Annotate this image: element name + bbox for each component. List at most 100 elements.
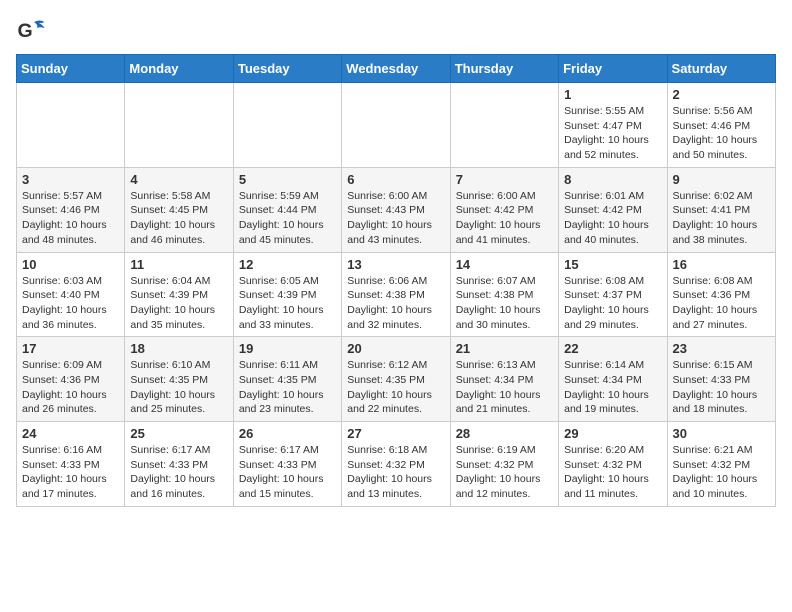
day-info: Sunrise: 6:15 AM Sunset: 4:33 PM Dayligh… (673, 358, 770, 417)
day-number: 25 (130, 426, 227, 441)
calendar-day-cell: 13 Sunrise: 6:06 AM Sunset: 4:38 PM Dayli… (342, 252, 450, 337)
day-info: Sunrise: 6:02 AM Sunset: 4:41 PM Dayligh… (673, 189, 770, 248)
day-number: 7 (456, 172, 553, 187)
day-number: 4 (130, 172, 227, 187)
weekday-header-thursday: Thursday (450, 55, 558, 83)
day-info: Sunrise: 5:58 AM Sunset: 4:45 PM Dayligh… (130, 189, 227, 248)
day-number: 19 (239, 341, 336, 356)
calendar-day-cell: 16 Sunrise: 6:08 AM Sunset: 4:36 PM Dayli… (667, 252, 775, 337)
calendar-day-cell: 25 Sunrise: 6:17 AM Sunset: 4:33 PM Dayli… (125, 422, 233, 507)
day-number: 8 (564, 172, 661, 187)
calendar-day-cell: 10Sunrise: 6:03 AM Sunset: 4:40 PM Dayli… (17, 252, 125, 337)
day-info: Sunrise: 6:17 AM Sunset: 4:33 PM Dayligh… (239, 443, 336, 502)
weekday-header-wednesday: Wednesday (342, 55, 450, 83)
day-info: Sunrise: 6:12 AM Sunset: 4:35 PM Dayligh… (347, 358, 444, 417)
calendar-day-cell: 24 Sunrise: 6:16 AM Sunset: 4:33 PM Dayli… (17, 422, 125, 507)
day-info: Sunrise: 6:00 AM Sunset: 4:43 PM Dayligh… (347, 189, 444, 248)
day-info: Sunrise: 6:13 AM Sunset: 4:34 PM Dayligh… (456, 358, 553, 417)
calendar-day-cell: 19 Sunrise: 6:11 AM Sunset: 4:35 PM Dayli… (233, 337, 341, 422)
logo: G (16, 16, 50, 46)
day-info: Sunrise: 5:57 AM Sunset: 4:46 PM Dayligh… (22, 189, 119, 248)
calendar-day-cell: 3Sunrise: 5:57 AM Sunset: 4:46 PM Daylig… (17, 167, 125, 252)
logo-icon: G (16, 16, 46, 46)
day-info: Sunrise: 6:00 AM Sunset: 4:42 PM Dayligh… (456, 189, 553, 248)
day-number: 9 (673, 172, 770, 187)
day-number: 28 (456, 426, 553, 441)
calendar-day-cell: 20 Sunrise: 6:12 AM Sunset: 4:35 PM Dayli… (342, 337, 450, 422)
day-number: 26 (239, 426, 336, 441)
calendar-day-cell: 29 Sunrise: 6:20 AM Sunset: 4:32 PM Dayli… (559, 422, 667, 507)
calendar-day-cell: 28 Sunrise: 6:19 AM Sunset: 4:32 PM Dayli… (450, 422, 558, 507)
day-info: Sunrise: 6:04 AM Sunset: 4:39 PM Dayligh… (130, 274, 227, 333)
day-info: Sunrise: 6:14 AM Sunset: 4:34 PM Dayligh… (564, 358, 661, 417)
day-number: 27 (347, 426, 444, 441)
day-info: Sunrise: 6:06 AM Sunset: 4:38 PM Dayligh… (347, 274, 444, 333)
calendar-day-cell: 5 Sunrise: 5:59 AM Sunset: 4:44 PM Daylig… (233, 167, 341, 252)
weekday-header-sunday: Sunday (17, 55, 125, 83)
day-number: 20 (347, 341, 444, 356)
page-header: G (16, 16, 776, 46)
day-number: 2 (673, 87, 770, 102)
day-info: Sunrise: 6:08 AM Sunset: 4:36 PM Dayligh… (673, 274, 770, 333)
calendar-day-cell (233, 83, 341, 168)
svg-text:G: G (18, 20, 33, 42)
day-number: 22 (564, 341, 661, 356)
calendar-week-row: 17 Sunrise: 6:09 AM Sunset: 4:36 PM Dayli… (17, 337, 776, 422)
day-info: Sunrise: 6:09 AM Sunset: 4:36 PM Dayligh… (22, 358, 119, 417)
calendar-day-cell: 7 Sunrise: 6:00 AM Sunset: 4:42 PM Daylig… (450, 167, 558, 252)
calendar-day-cell: 26 Sunrise: 6:17 AM Sunset: 4:33 PM Dayli… (233, 422, 341, 507)
day-number: 1 (564, 87, 661, 102)
day-info: Sunrise: 6:17 AM Sunset: 4:33 PM Dayligh… (130, 443, 227, 502)
calendar-day-cell: 18Sunrise: 6:10 AM Sunset: 4:35 PM Dayli… (125, 337, 233, 422)
calendar-table: SundayMondayTuesdayWednesdayThursdayFrid… (16, 54, 776, 507)
calendar-day-cell (125, 83, 233, 168)
weekday-header-row: SundayMondayTuesdayWednesdayThursdayFrid… (17, 55, 776, 83)
calendar-day-cell: 12 Sunrise: 6:05 AM Sunset: 4:39 PM Dayli… (233, 252, 341, 337)
day-info: Sunrise: 5:56 AM Sunset: 4:46 PM Dayligh… (673, 104, 770, 163)
day-info: Sunrise: 6:01 AM Sunset: 4:42 PM Dayligh… (564, 189, 661, 248)
day-number: 13 (347, 257, 444, 272)
day-info: Sunrise: 6:05 AM Sunset: 4:39 PM Dayligh… (239, 274, 336, 333)
day-number: 23 (673, 341, 770, 356)
day-number: 12 (239, 257, 336, 272)
day-number: 15 (564, 257, 661, 272)
day-info: Sunrise: 6:21 AM Sunset: 4:32 PM Dayligh… (673, 443, 770, 502)
calendar-week-row: 10Sunrise: 6:03 AM Sunset: 4:40 PM Dayli… (17, 252, 776, 337)
day-info: Sunrise: 6:10 AM Sunset: 4:35 PM Dayligh… (130, 358, 227, 417)
day-number: 5 (239, 172, 336, 187)
calendar-day-cell: 30Sunrise: 6:21 AM Sunset: 4:32 PM Dayli… (667, 422, 775, 507)
calendar-day-cell: 8 Sunrise: 6:01 AM Sunset: 4:42 PM Daylig… (559, 167, 667, 252)
calendar-week-row: 1Sunrise: 5:55 AM Sunset: 4:47 PM Daylig… (17, 83, 776, 168)
calendar-day-cell: 14 Sunrise: 6:07 AM Sunset: 4:38 PM Dayli… (450, 252, 558, 337)
day-info: Sunrise: 6:03 AM Sunset: 4:40 PM Dayligh… (22, 274, 119, 333)
day-number: 21 (456, 341, 553, 356)
calendar-day-cell: 11Sunrise: 6:04 AM Sunset: 4:39 PM Dayli… (125, 252, 233, 337)
calendar-week-row: 24 Sunrise: 6:16 AM Sunset: 4:33 PM Dayli… (17, 422, 776, 507)
weekday-header-saturday: Saturday (667, 55, 775, 83)
calendar-day-cell (450, 83, 558, 168)
day-number: 6 (347, 172, 444, 187)
calendar-day-cell (342, 83, 450, 168)
day-info: Sunrise: 6:20 AM Sunset: 4:32 PM Dayligh… (564, 443, 661, 502)
day-info: Sunrise: 6:11 AM Sunset: 4:35 PM Dayligh… (239, 358, 336, 417)
calendar-day-cell: 9 Sunrise: 6:02 AM Sunset: 4:41 PM Daylig… (667, 167, 775, 252)
day-info: Sunrise: 6:16 AM Sunset: 4:33 PM Dayligh… (22, 443, 119, 502)
day-number: 24 (22, 426, 119, 441)
day-info: Sunrise: 6:07 AM Sunset: 4:38 PM Dayligh… (456, 274, 553, 333)
day-info: Sunrise: 5:59 AM Sunset: 4:44 PM Dayligh… (239, 189, 336, 248)
weekday-header-friday: Friday (559, 55, 667, 83)
calendar-day-cell: 1Sunrise: 5:55 AM Sunset: 4:47 PM Daylig… (559, 83, 667, 168)
day-info: Sunrise: 6:18 AM Sunset: 4:32 PM Dayligh… (347, 443, 444, 502)
calendar-day-cell: 27 Sunrise: 6:18 AM Sunset: 4:32 PM Dayli… (342, 422, 450, 507)
day-number: 29 (564, 426, 661, 441)
weekday-header-tuesday: Tuesday (233, 55, 341, 83)
calendar-week-row: 3Sunrise: 5:57 AM Sunset: 4:46 PM Daylig… (17, 167, 776, 252)
calendar-day-cell (17, 83, 125, 168)
weekday-header-monday: Monday (125, 55, 233, 83)
day-info: Sunrise: 6:08 AM Sunset: 4:37 PM Dayligh… (564, 274, 661, 333)
day-info: Sunrise: 6:19 AM Sunset: 4:32 PM Dayligh… (456, 443, 553, 502)
day-number: 17 (22, 341, 119, 356)
day-number: 16 (673, 257, 770, 272)
calendar-day-cell: 4 Sunrise: 5:58 AM Sunset: 4:45 PM Daylig… (125, 167, 233, 252)
day-number: 14 (456, 257, 553, 272)
